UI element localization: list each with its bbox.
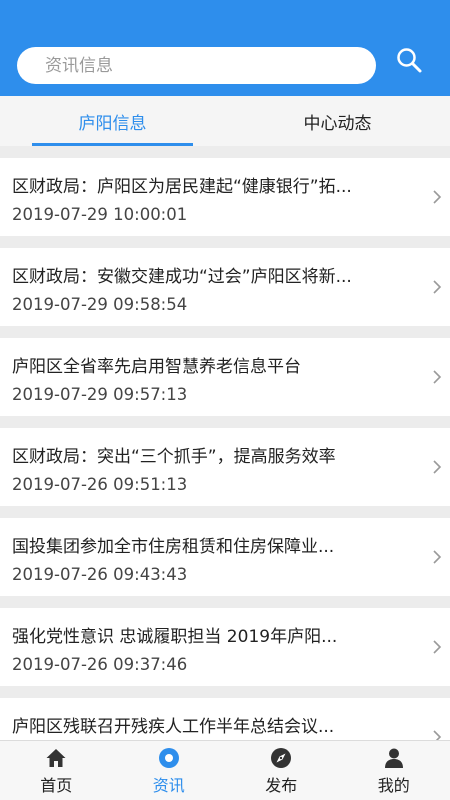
bottom-nav: 首页 资讯 发布 我的 [0,740,450,800]
chevron-right-icon [433,550,442,564]
nav-mine-label: 我的 [377,776,410,795]
category-tabs: 庐阳信息 中心动态 [0,96,450,146]
nav-publish-label: 发布 [265,776,298,795]
home-icon [46,749,66,767]
item-date: 2019-07-26 09:43:43 [12,565,188,584]
item-title: 庐阳区全省率先启用智慧养老信息平台 [12,357,301,377]
nav-news[interactable]: 资讯 [113,741,226,800]
item-date: 2019-07-26 09:37:46 [12,655,188,674]
list-item[interactable]: 强化党性意识 忠诚履职担当 2019年庐阳... 2019-07-26 09:3… [0,608,450,686]
search-input[interactable] [17,47,376,84]
chevron-right-icon [433,190,442,204]
item-title: 区财政局：庐阳区为居民建起“健康银行”拓... [12,177,352,197]
nav-publish[interactable]: 发布 [225,741,338,800]
nav-home-label: 首页 [40,776,73,795]
item-date: 2019-07-26 09:51:13 [12,475,188,494]
list-item[interactable]: 庐阳区全省率先启用智慧养老信息平台 2019-07-29 09:57:13 [0,338,450,416]
search-bar [17,47,376,84]
list-item[interactable]: 庐阳区残联召开残疾人工作半年总结会议... [0,698,450,740]
news-list: 区财政局：庐阳区为居民建起“健康银行”拓... 2019-07-29 10:00… [0,146,450,740]
chevron-right-icon [433,370,442,384]
app-header [0,0,450,96]
list-item[interactable]: 区财政局：突出“三个抓手”，提高服务效率 2019-07-26 09:51:13 [0,428,450,506]
tab-center-news[interactable]: 中心动态 [225,96,450,146]
nav-news-label: 资讯 [152,776,185,795]
chevron-right-icon [433,640,442,654]
nav-mine[interactable]: 我的 [338,741,450,800]
item-date: 2019-07-29 09:57:13 [12,385,188,404]
nav-home[interactable]: 首页 [0,741,113,800]
chevron-right-icon [433,460,442,474]
item-title: 强化党性意识 忠诚履职担当 2019年庐阳... [12,627,338,647]
item-title: 区财政局：突出“三个抓手”，提高服务效率 [12,447,336,467]
compass-icon [271,748,292,768]
item-title: 国投集团参加全市住房租赁和住房保障业... [12,537,335,557]
user-icon [384,748,403,768]
news-icon [158,748,179,768]
list-item[interactable]: 国投集团参加全市住房租赁和住房保障业... 2019-07-26 09:43:4… [0,518,450,596]
list-item[interactable]: 区财政局：安徽交建成功“过会”庐阳区将新... 2019-07-29 09:58… [0,248,450,326]
item-date: 2019-07-29 09:58:54 [12,295,188,314]
item-date: 2019-07-29 10:00:01 [12,205,188,224]
chevron-right-icon [433,280,442,294]
search-icon [397,48,422,73]
item-title: 庐阳区残联召开残疾人工作半年总结会议... [12,717,335,737]
chevron-right-icon [433,730,442,740]
tab-luyang-info[interactable]: 庐阳信息 [0,96,225,146]
item-title: 区财政局：安徽交建成功“过会”庐阳区将新... [12,267,352,287]
search-button[interactable] [395,46,423,74]
list-item[interactable]: 区财政局：庐阳区为居民建起“健康银行”拓... 2019-07-29 10:00… [0,158,450,236]
